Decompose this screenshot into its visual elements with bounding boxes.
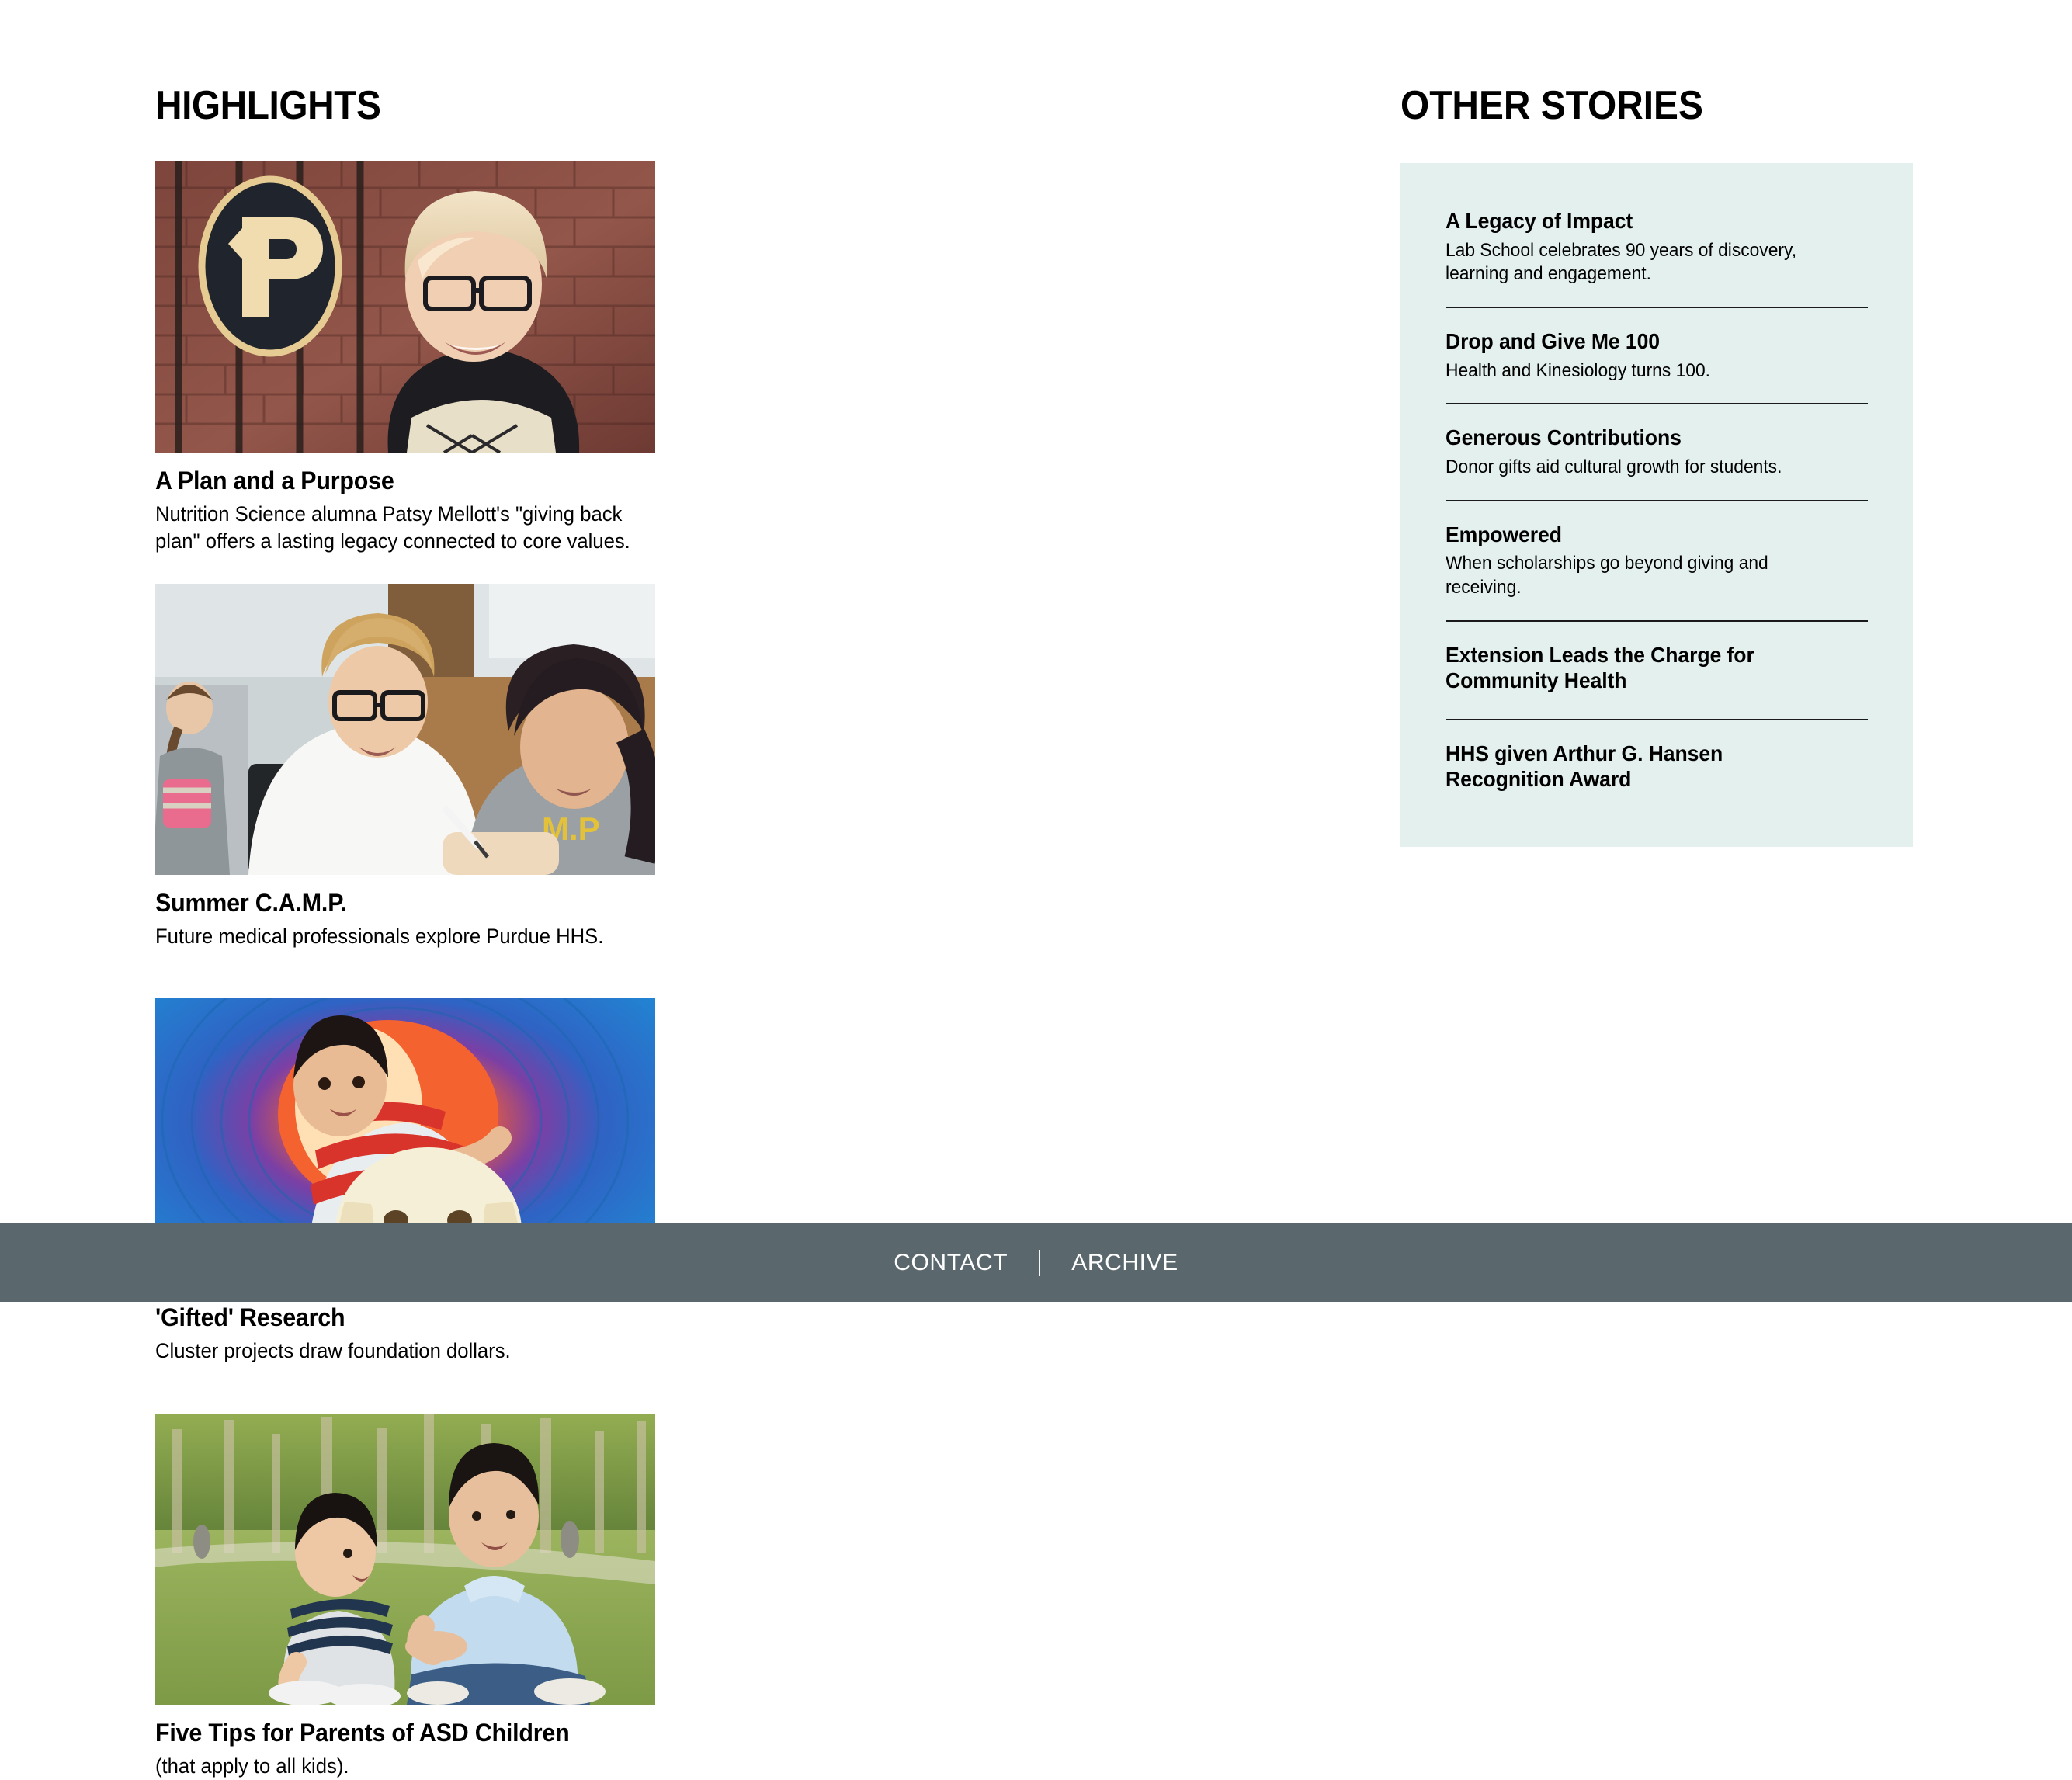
highlight-card-description: (that apply to all kids). (155, 1753, 630, 1780)
other-story-description: Health and Kinesiology turns 100. (1446, 359, 1847, 383)
highlight-card-summer-camp[interactable]: M.P Summer C.A.M.P. Future medical profe… (155, 584, 655, 950)
other-stories-section: OTHER STORIES A Legacy of Impact Lab Sch… (1400, 85, 1913, 847)
site-footer: CONTACT ARCHIVE (0, 1223, 2072, 1302)
other-stories-panel: A Legacy of Impact Lab School celebrates… (1400, 163, 1913, 847)
highlight-card-a-plan-and-a-purpose[interactable]: A Plan and a Purpose Nutrition Science a… (155, 161, 655, 556)
highlight-card-description: Future medical professionals explore Pur… (155, 923, 630, 951)
newsletter-page: HIGHLIGHTS (0, 0, 2072, 1302)
father-and-son-park-photo[interactable] (155, 1414, 655, 1705)
highlights-section: HIGHLIGHTS (155, 85, 1211, 1780)
other-story-description: Lab School celebrates 90 years of discov… (1446, 239, 1847, 286)
footer-separator (1039, 1250, 1040, 1276)
other-story-item[interactable]: Drop and Give Me 100 Health and Kinesiol… (1446, 307, 1868, 403)
highlight-card-title: 'Gifted' Research (155, 1303, 630, 1333)
other-story-item[interactable]: HHS given Arthur G. Hansen Recognition A… (1446, 719, 1868, 800)
highlight-card-gifted-research[interactable]: 'Gifted' Research Cluster projects draw … (155, 998, 655, 1365)
other-story-title: HHS given Arthur G. Hansen Recognition A… (1446, 741, 1847, 793)
highlight-card-five-tips-asd[interactable]: Five Tips for Parents of ASD Children (t… (155, 1414, 655, 1780)
purdue-p-sign-portrait-photo[interactable] (155, 161, 655, 453)
other-story-title: Drop and Give Me 100 (1446, 328, 1847, 355)
footer-contact-link[interactable]: CONTACT (862, 1251, 1039, 1275)
clinical-training-photo[interactable]: M.P (155, 584, 655, 875)
other-story-description: Donor gifts aid cultural growth for stud… (1446, 456, 1847, 480)
other-story-item[interactable]: Extension Leads the Charge for Community… (1446, 620, 1868, 719)
other-story-title: Empowered (1446, 522, 1847, 548)
other-story-title: Generous Contributions (1446, 425, 1847, 451)
other-story-item[interactable]: A Legacy of Impact Lab School celebrates… (1446, 208, 1868, 307)
other-story-title: A Legacy of Impact (1446, 208, 1847, 234)
highlight-card-description: Cluster projects draw foundation dollars… (155, 1338, 630, 1365)
footer-archive-link[interactable]: ARCHIVE (1040, 1251, 1210, 1275)
highlights-heading: HIGHLIGHTS (155, 85, 1126, 126)
highlight-card-title: A Plan and a Purpose (155, 467, 630, 496)
other-story-description: When scholarships go beyond giving and r… (1446, 552, 1847, 599)
other-story-item[interactable]: Generous Contributions Donor gifts aid c… (1446, 403, 1868, 499)
highlight-card-description: Nutrition Science alumna Patsy Mellott's… (155, 501, 630, 556)
highlight-card-title: Five Tips for Parents of ASD Children (155, 1719, 630, 1748)
other-story-item[interactable]: Empowered When scholarships go beyond gi… (1446, 500, 1868, 620)
highlights-grid: A Plan and a Purpose Nutrition Science a… (155, 161, 1211, 1780)
other-story-title: Extension Leads the Charge for Community… (1446, 642, 1847, 694)
other-stories-heading: OTHER STORIES (1400, 85, 1872, 126)
highlight-card-title: Summer C.A.M.P. (155, 889, 630, 918)
